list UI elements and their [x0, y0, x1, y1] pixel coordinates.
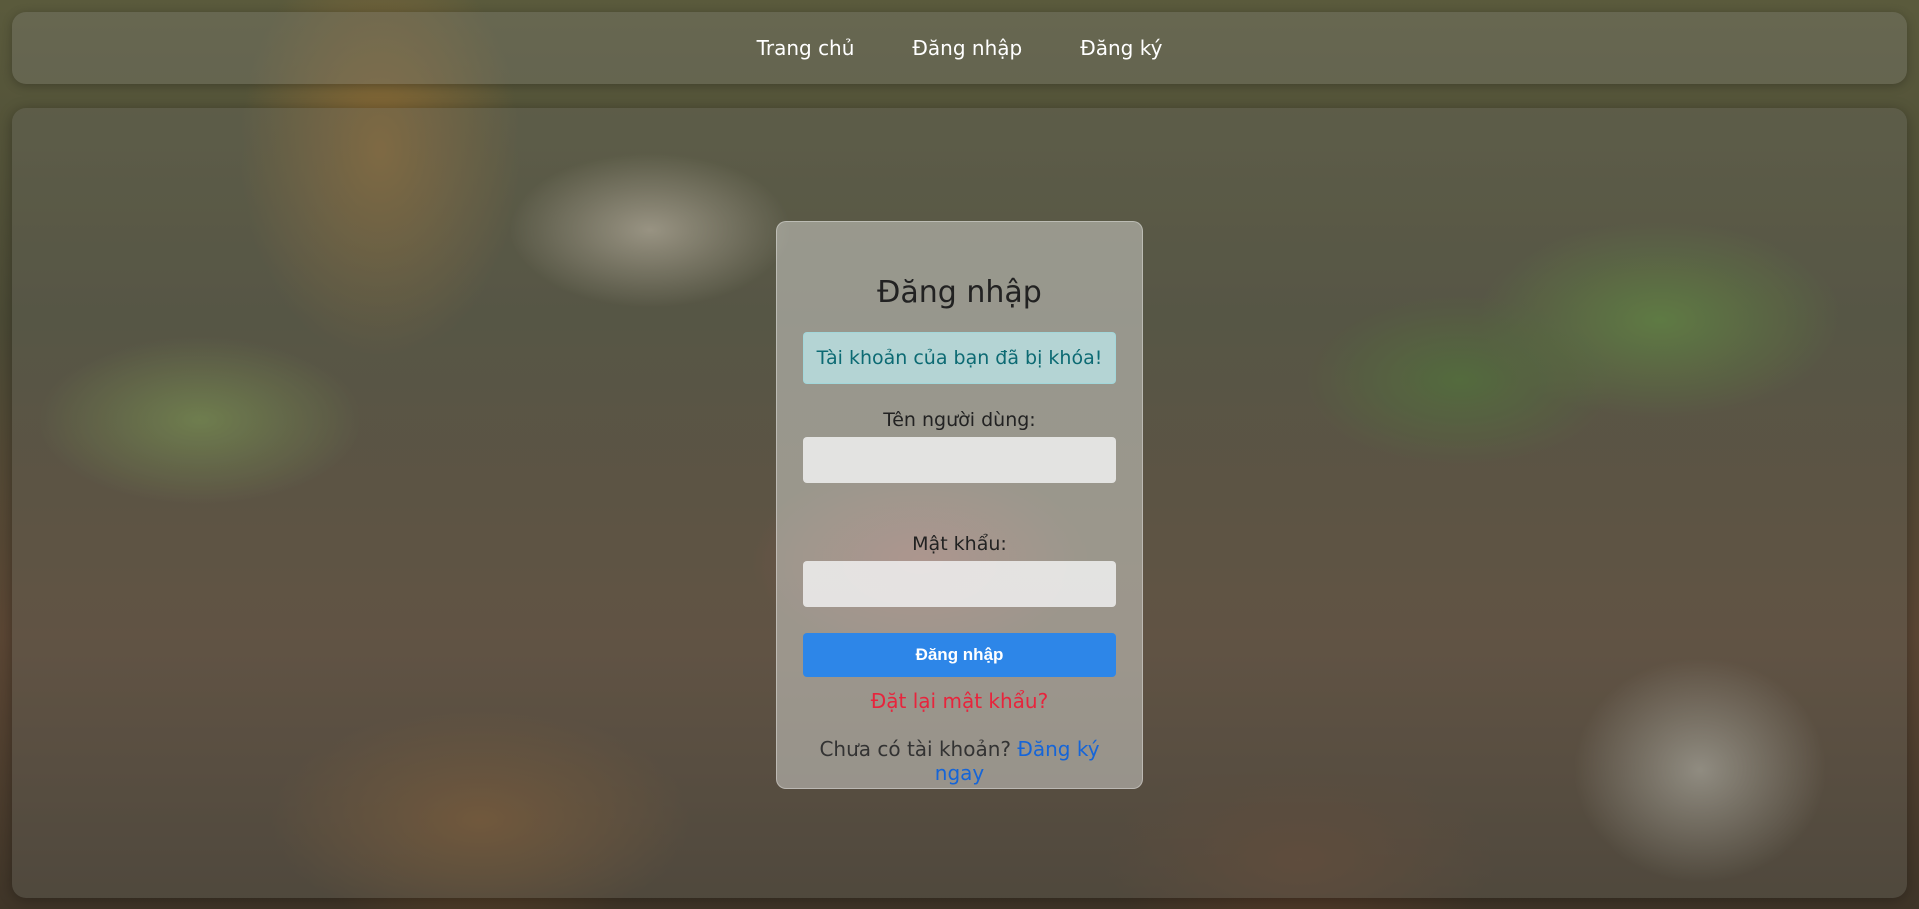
username-input[interactable] — [803, 437, 1116, 483]
reset-password-link[interactable]: Đặt lại mật khẩu? — [803, 689, 1116, 713]
password-input[interactable] — [803, 561, 1116, 607]
nav-link-home[interactable]: Trang chủ — [757, 36, 855, 60]
account-locked-alert: Tài khoản của bạn đã bị khóa! — [803, 332, 1116, 384]
nav-link-login[interactable]: Đăng nhập — [912, 36, 1022, 60]
nav-link-register[interactable]: Đăng ký — [1080, 36, 1162, 60]
login-card: Đăng nhập Tài khoản của bạn đã bị khóa! … — [776, 221, 1143, 789]
signup-row: Chưa có tài khoản? Đăng ký ngay — [803, 737, 1116, 785]
top-navigation: Trang chủ Đăng nhập Đăng ký — [12, 12, 1907, 84]
signup-prompt: Chưa có tài khoản? — [819, 737, 1012, 761]
login-submit-button[interactable]: Đăng nhập — [803, 633, 1116, 677]
login-title: Đăng nhập — [877, 275, 1042, 310]
password-label: Mật khẩu: — [912, 533, 1007, 555]
username-label: Tên người dùng: — [883, 409, 1036, 431]
